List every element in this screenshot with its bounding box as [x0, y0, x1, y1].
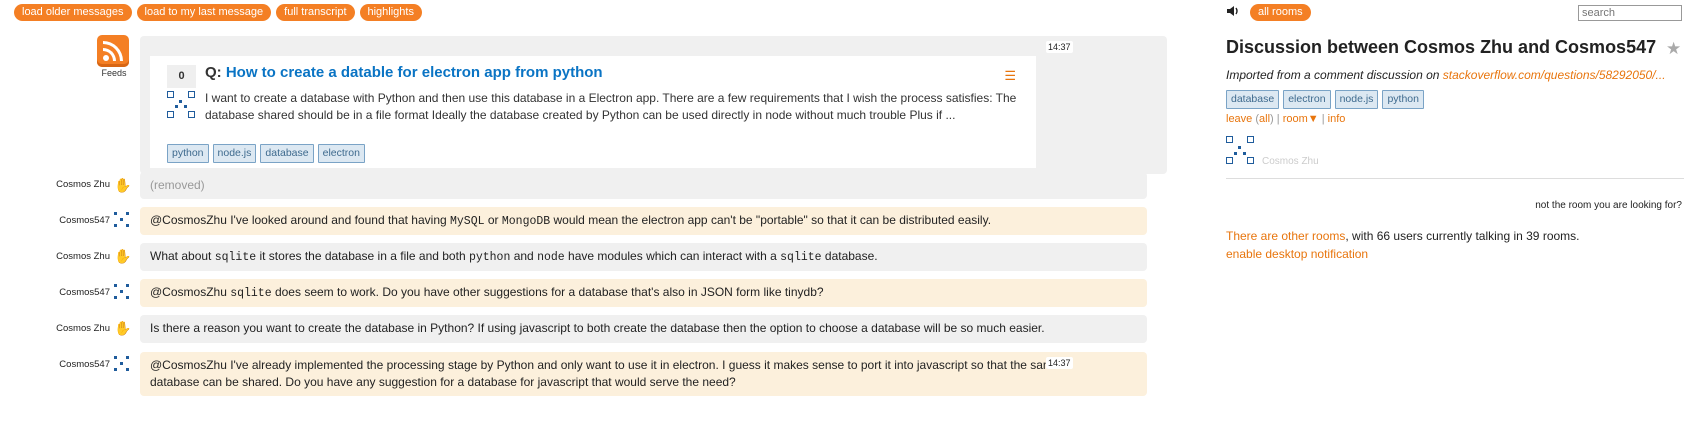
message-text: have modules which can interact with a: [564, 249, 781, 263]
question-prefix: Q:: [205, 64, 222, 81]
member-avatar[interactable]: [1226, 136, 1258, 168]
divider: [1226, 178, 1684, 179]
description-text: Imported from a comment discussion on: [1226, 68, 1443, 82]
tag-nodejs[interactable]: node.js: [1334, 90, 1379, 109]
room-menu-link[interactable]: room▼: [1283, 113, 1319, 125]
tag-electron[interactable]: electron: [1283, 90, 1331, 109]
highlights-button[interactable]: highlights: [359, 4, 422, 21]
sound-icon[interactable]: [1226, 4, 1240, 18]
inline-code: sqlite: [230, 287, 272, 300]
question-title-link[interactable]: How to create a datable for electron app…: [226, 64, 603, 81]
message-text: would mean the electron app can't be "po…: [550, 213, 992, 227]
separator: |: [1276, 113, 1280, 125]
other-rooms-info: There are other rooms, with 66 users cur…: [1226, 229, 1580, 243]
room-member[interactable]: Cosmos Zhu: [1226, 136, 1319, 168]
message-text: or: [484, 213, 502, 227]
room-description: Imported from a comment discussion on st…: [1226, 68, 1666, 82]
full-transcript-button[interactable]: full transcript: [276, 4, 355, 21]
message-row: Cosmos547 @CosmosZhu I've looked around …: [0, 207, 1170, 235]
load-older-messages-button[interactable]: load older messages: [14, 4, 132, 21]
feeds-avatar[interactable]: Feeds: [97, 35, 131, 78]
room-title: Discussion between Cosmos Zhu and Cosmos…: [1226, 37, 1657, 57]
paren: ): [1270, 113, 1274, 125]
source-question-link[interactable]: stackoverflow.com/questions/58292050/...: [1443, 68, 1666, 82]
username[interactable]: Cosmos547: [59, 215, 110, 226]
message-bubble: @CosmosZhu I've already implemented the …: [140, 352, 1147, 396]
info-link[interactable]: info: [1328, 113, 1346, 125]
message-row: Cosmos547 @CosmosZhu I've already implem…: [0, 352, 1170, 396]
message-text: does seem to work. Do you have other sug…: [271, 285, 824, 299]
tag-database[interactable]: database: [1226, 90, 1280, 109]
question-tags: python node.js database electron: [167, 144, 365, 163]
message-timestamp: 14:37: [1046, 357, 1073, 369]
stackexchange-icon[interactable]: ☰: [1004, 68, 1016, 84]
tag-python[interactable]: python: [167, 144, 209, 163]
message-row: Cosmos547 @CosmosZhu sqlite does seem to…: [0, 279, 1170, 307]
leave-link[interactable]: leave: [1226, 113, 1252, 125]
message-bubble: What about sqlite it stores the database…: [140, 243, 1147, 271]
star-icon[interactable]: ★: [1666, 39, 1681, 59]
message-bubble: @CosmosZhu I've looked around and found …: [140, 207, 1147, 235]
question-onebox: 0 Q: How to create a datable for electro…: [150, 56, 1036, 168]
separator: |: [1321, 113, 1325, 125]
message-text: database.: [821, 249, 878, 263]
message-bubble: @CosmosZhu sqlite does seem to work. Do …: [140, 279, 1147, 307]
room-tags: database electron node.js python: [1226, 90, 1424, 109]
user-avatar-icon[interactable]: [114, 212, 130, 228]
user-avatar-icon[interactable]: ✋: [114, 177, 131, 193]
tag-database[interactable]: database: [260, 144, 314, 163]
inline-code: MongoDB: [501, 215, 551, 228]
search-input[interactable]: [1578, 5, 1682, 21]
message-timestamp: 14:37: [1046, 41, 1073, 53]
message-text: it stores the database in a file and bot…: [256, 249, 469, 263]
all-rooms-button[interactable]: all rooms: [1250, 4, 1311, 21]
enable-desktop-notification-link[interactable]: enable desktop notification: [1226, 247, 1368, 261]
message-text: and: [510, 249, 538, 263]
tag-python[interactable]: python: [1382, 90, 1424, 109]
inline-code: sqlite: [214, 251, 257, 264]
inline-code: python: [468, 251, 511, 264]
message-text: @CosmosZhu I've looked around and found …: [150, 213, 450, 227]
member-name: Cosmos Zhu: [1262, 156, 1319, 167]
other-rooms-link[interactable]: There are other rooms: [1226, 229, 1345, 243]
username[interactable]: Cosmos547: [59, 359, 110, 370]
username[interactable]: Cosmos Zhu: [56, 323, 110, 334]
inline-code: sqlite: [780, 251, 822, 264]
tag-nodejs[interactable]: node.js: [212, 144, 257, 163]
user-avatar-icon[interactable]: ✋: [114, 320, 131, 336]
leave-all-link[interactable]: all: [1259, 113, 1270, 125]
transcript-toolbar: load older messages load to my last mess…: [14, 4, 422, 21]
message-text: @CosmosZhu: [150, 285, 231, 299]
message-text: What about: [150, 249, 215, 263]
message-bubble: (removed): [140, 172, 1147, 199]
not-the-room-text: not the room you are looking for?: [1535, 200, 1682, 211]
other-rooms-text: , with 66 users currently talking in 39 …: [1345, 229, 1580, 243]
room-actions: leave (all) | room▼ | info: [1226, 113, 1345, 125]
user-avatar-icon[interactable]: [114, 284, 130, 300]
question-title: Q: How to create a datable for electron …: [205, 64, 603, 81]
asker-avatar[interactable]: [167, 91, 199, 123]
rss-icon: [97, 35, 129, 67]
message-bubble: Is there a reason you want to create the…: [140, 315, 1147, 343]
username[interactable]: Cosmos547: [59, 287, 110, 298]
vote-count: 0: [167, 65, 196, 88]
user-avatar-icon[interactable]: [114, 356, 130, 372]
feeds-label: Feeds: [101, 68, 127, 78]
username[interactable]: Cosmos Zhu: [56, 179, 110, 190]
question-excerpt: I want to create a database with Python …: [205, 91, 1017, 122]
tag-electron[interactable]: electron: [317, 144, 365, 163]
user-avatar-icon[interactable]: ✋: [114, 248, 131, 264]
inline-code: MySQL: [450, 215, 485, 228]
load-to-last-message-button[interactable]: load to my last message: [136, 4, 272, 21]
inline-code: node: [537, 251, 565, 264]
username[interactable]: Cosmos Zhu: [56, 251, 110, 262]
